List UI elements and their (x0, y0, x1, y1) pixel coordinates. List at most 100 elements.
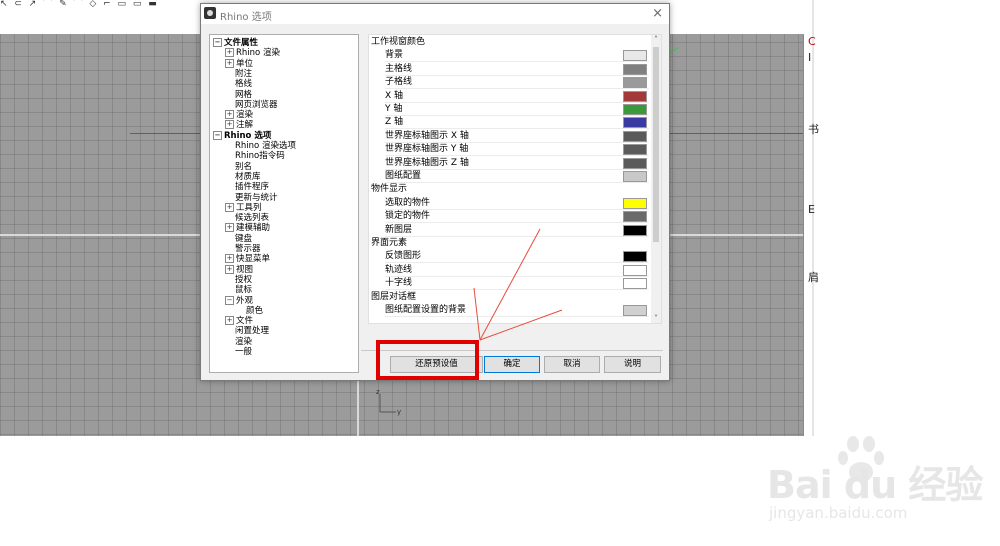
color-swatch[interactable] (623, 117, 647, 129)
color-swatch[interactable] (623, 211, 647, 223)
tree-item[interactable]: + 工具列 (225, 202, 262, 213)
scroll-thumb[interactable] (653, 47, 659, 242)
tree-item[interactable]: + 单位 (225, 58, 253, 69)
settings-color-row[interactable]: 世界座标轴图示 Y 轴 (385, 143, 649, 157)
color-swatch[interactable] (623, 171, 647, 182)
settings-section: 界面元素 (371, 237, 651, 250)
toolbar-icons[interactable]: ↖ ⊂ ↗ ⌒ ✎ ⌒ ◇ ⌐ ▭ ▭ ▬ (0, 0, 159, 9)
color-swatch[interactable] (623, 197, 647, 209)
scroll-up-icon[interactable]: ˄ (652, 35, 660, 44)
color-swatch[interactable] (623, 77, 647, 89)
viewport-divider-horizontal-right (668, 234, 804, 236)
color-swatch[interactable] (623, 157, 647, 169)
scroll-down-icon[interactable]: ˅ (652, 314, 660, 323)
color-swatch[interactable] (623, 50, 647, 62)
tree-item[interactable]: + 建模辅助 (225, 223, 270, 233)
tree-item[interactable]: 网页浏览器 (235, 100, 278, 110)
color-swatch[interactable] (623, 144, 647, 156)
close-icon[interactable]: × (652, 6, 663, 21)
expand-icon[interactable]: + (225, 316, 234, 326)
settings-color-row[interactable]: 反馈图形 (385, 250, 649, 264)
expand-icon[interactable]: + (225, 223, 234, 233)
tree-item-label: 鼠标 (235, 285, 253, 296)
cancel-button[interactable]: 取消 (544, 356, 600, 373)
tree-item[interactable]: 材质库 (235, 172, 261, 182)
tree-item-label: 渲染 (235, 336, 253, 347)
color-swatch[interactable] (623, 63, 647, 75)
tree-item[interactable]: Rhino 渲染选项 (235, 141, 296, 151)
tree-item[interactable]: + 文件 (225, 316, 253, 326)
color-swatch[interactable] (623, 130, 647, 142)
tree-item-label: 警示器 (235, 244, 261, 254)
expand-icon[interactable]: + (225, 120, 234, 130)
settings-color-row[interactable]: Z 轴 (385, 116, 649, 130)
tree-item[interactable]: Rhino指令码 (235, 151, 285, 161)
ok-button[interactable]: 确定 (484, 356, 540, 373)
tree-item[interactable]: − 文件属性 (213, 38, 258, 48)
tree-item[interactable]: + 渲染 (225, 110, 253, 120)
dialog-titlebar[interactable]: Rhino 选项 × (201, 4, 669, 24)
color-label: 世界座标轴图示 X 轴 (385, 130, 469, 141)
tree-item-label: 渲染 (236, 110, 254, 121)
settings-color-row[interactable]: 背景 (385, 49, 649, 63)
expand-icon[interactable]: + (225, 48, 234, 58)
settings-scrollbar[interactable]: ˄ ˅ (651, 35, 661, 323)
tree-item[interactable]: + 注解 (225, 120, 253, 130)
tree-item[interactable]: + 快显菜单 (225, 254, 270, 264)
tree-item[interactable]: 别名 (235, 162, 252, 172)
expand-icon[interactable]: + (225, 202, 234, 212)
tree-item-label: 文件属性 (224, 38, 259, 48)
tree-item[interactable]: 渲染 (235, 337, 252, 347)
settings-color-row[interactable]: 新图层 (385, 224, 649, 237)
expand-icon[interactable]: + (225, 254, 234, 264)
tree-item[interactable]: 候选列表 (235, 213, 269, 223)
expand-icon[interactable]: + (225, 58, 234, 68)
tree-item[interactable]: 授权 (235, 275, 252, 285)
tree-item[interactable]: 一般 (235, 347, 252, 357)
tree-item[interactable]: 警示器 (235, 244, 261, 254)
tree-item[interactable]: 网格 (235, 90, 252, 100)
tree-item[interactable]: 格线 (235, 79, 252, 89)
tree-item[interactable]: 附注 (235, 69, 252, 79)
tree-item[interactable]: − 外观 (225, 295, 253, 306)
color-swatch[interactable] (623, 278, 647, 290)
options-tree[interactable]: − 文件属性 + Rhino 渲染 + 单位 附注 格线 网格 网页浏览器 + 渲染 + 注解 − Rhino… (209, 34, 359, 373)
settings-color-row[interactable]: 图纸配置 (385, 170, 649, 183)
settings-color-row[interactable]: Y 轴 (385, 103, 649, 116)
collapse-icon[interactable]: − (225, 295, 234, 305)
settings-color-row[interactable]: 世界座标轴图示 X 轴 (385, 130, 649, 143)
tree-item[interactable]: − Rhino 选项 (213, 130, 271, 141)
tree-item[interactable]: + Rhino 渲染 (225, 48, 280, 58)
rhino-options-dialog: Rhino 选项 × − 文件属性 + Rhino 渲染 + 单位 附注 格线 网格 网页浏览器 +… (200, 3, 670, 381)
color-swatch[interactable] (623, 104, 647, 115)
settings-color-row[interactable]: 主格线 (385, 63, 649, 76)
collapse-icon[interactable]: − (213, 38, 222, 47)
color-swatch[interactable] (623, 90, 647, 102)
collapse-icon[interactable]: − (213, 130, 222, 140)
tree-item[interactable]: 更新与统计 (235, 193, 278, 203)
color-settings-list[interactable]: ˄ ˅ 工作视窗颜色背景 主格线 子格线 X 轴 Y 轴 Z 轴世界座标轴图示 X 轴世界… (368, 34, 662, 324)
section-label: 物件显示 (371, 184, 408, 195)
color-swatch[interactable] (623, 224, 647, 236)
expand-icon[interactable]: + (225, 110, 234, 120)
tree-item[interactable]: 插件程序 (235, 182, 269, 192)
expand-icon[interactable]: + (225, 264, 234, 274)
settings-color-row[interactable]: 世界座标轴图示 Z 轴 (385, 157, 649, 170)
tree-item[interactable]: 颜色 (246, 306, 263, 316)
settings-color-row[interactable]: 轨迹线 (385, 264, 649, 277)
tree-item[interactable]: 鼠标 (235, 285, 252, 295)
color-swatch[interactable] (623, 305, 647, 316)
tree-item[interactable]: + 视图 (225, 264, 253, 275)
section-label: 工作视窗颜色 (371, 37, 426, 47)
tree-item[interactable]: 键盘 (235, 234, 252, 244)
help-button[interactable]: 说明 (604, 356, 661, 373)
tree-item[interactable]: 闲置处理 (235, 326, 269, 336)
settings-color-row[interactable]: 选取的物件 (385, 197, 649, 210)
settings-color-row[interactable]: 图纸配置设置的背景 (385, 304, 649, 317)
settings-color-row[interactable]: X 轴 (385, 90, 649, 103)
settings-color-row[interactable]: 锁定的物件 (385, 210, 649, 224)
color-swatch[interactable] (623, 251, 647, 263)
color-swatch[interactable] (623, 264, 647, 276)
settings-color-row[interactable]: 子格线 (385, 76, 649, 90)
settings-color-row[interactable]: 十字线 (385, 277, 649, 291)
